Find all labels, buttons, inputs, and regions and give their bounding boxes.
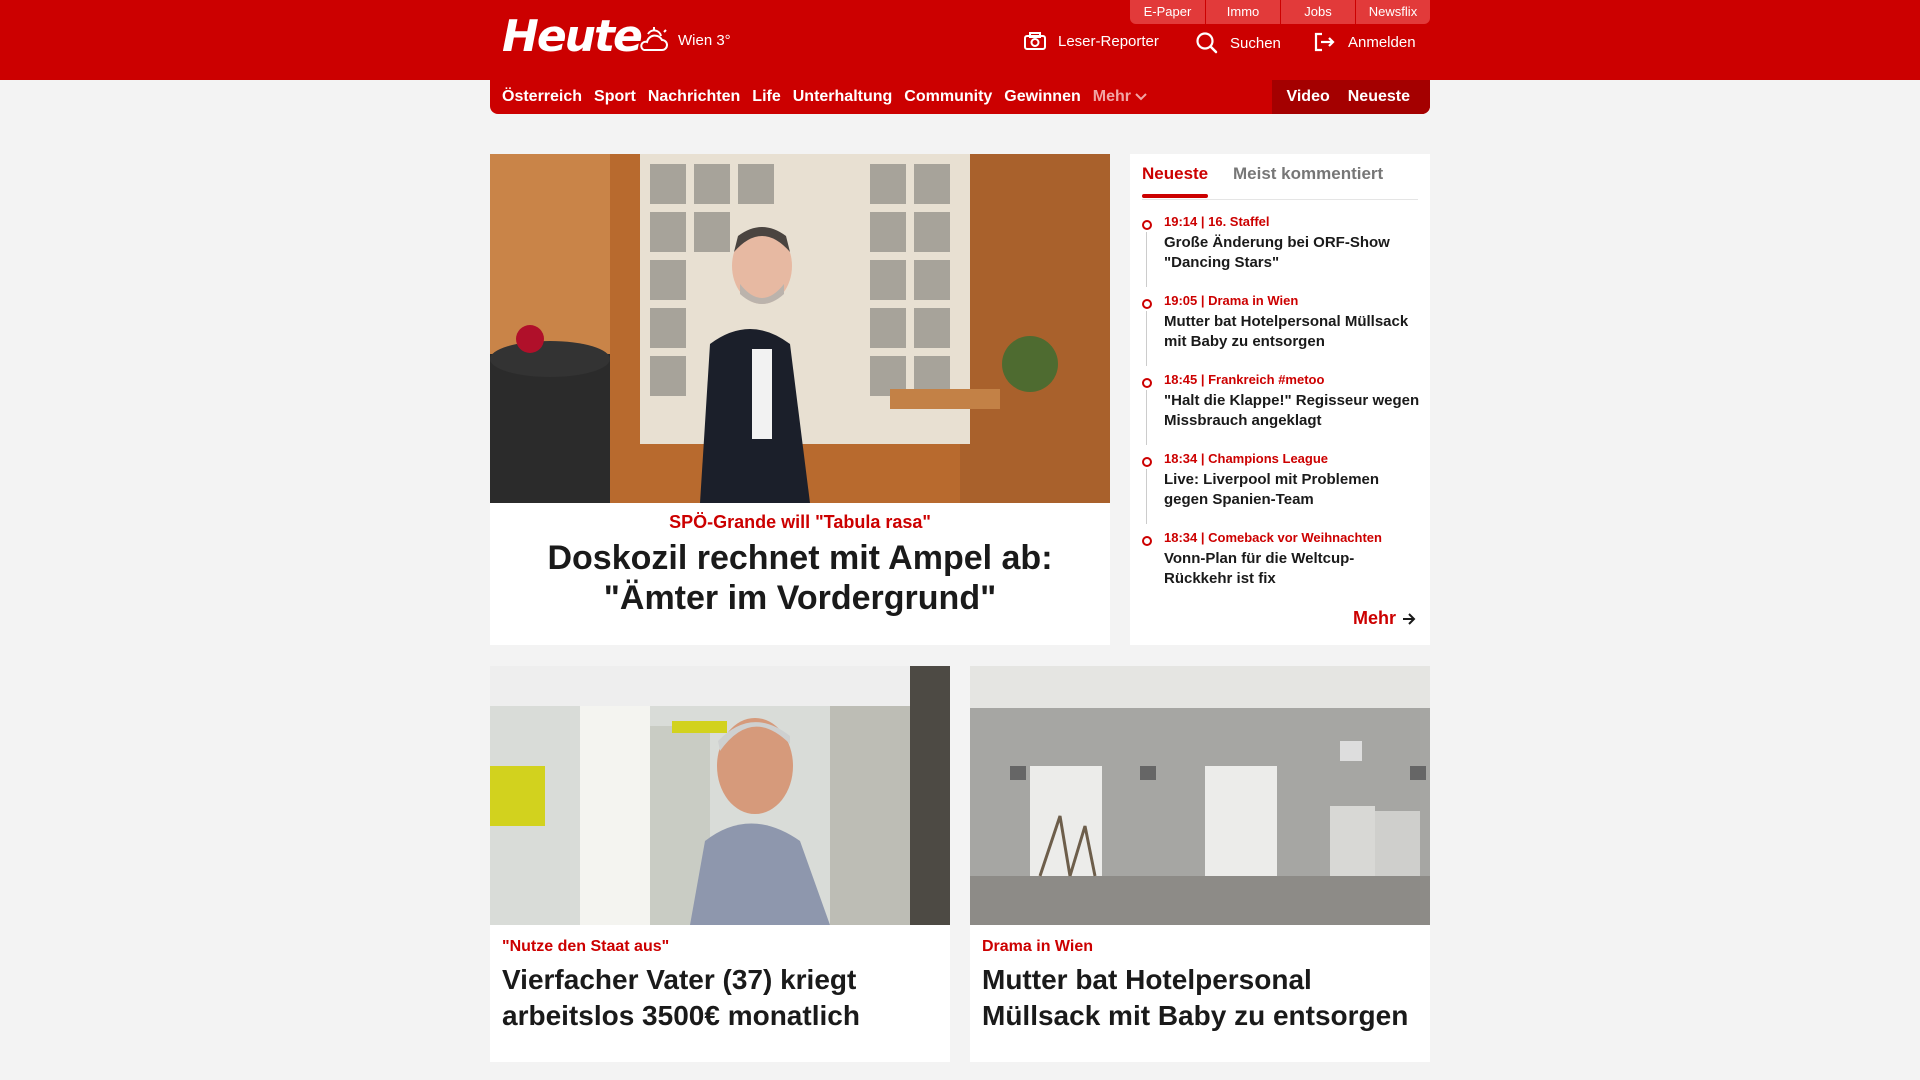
nav-item-video[interactable]: Video: [1286, 88, 1329, 106]
timeline-line: [1146, 311, 1147, 366]
timeline-dot: [1142, 220, 1152, 230]
timeline-dot: [1142, 457, 1152, 467]
login-label: Anmelden: [1348, 33, 1416, 51]
nav-item-sport[interactable]: Sport: [594, 88, 636, 106]
article-kicker: Drama in Wien: [982, 938, 1093, 955]
hero-image[interactable]: [490, 154, 1110, 503]
nav-item-oesterreich[interactable]: Österreich: [502, 88, 582, 106]
weather-widget[interactable]: Wien 3°: [638, 26, 731, 54]
login-button[interactable]: Anmelden: [1314, 32, 1416, 52]
timeline-line: [1146, 390, 1147, 445]
news-meta: 18:45 | Frankreich #metoo: [1164, 372, 1325, 387]
nav-item-life[interactable]: Life: [752, 88, 780, 106]
sidebar-more-label: Mehr: [1352, 608, 1396, 628]
list-item[interactable]: 18:45 | Frankreich #metoo "Halt die Klap…: [1142, 372, 1422, 451]
arrow-right-icon: [1403, 612, 1416, 625]
news-title[interactable]: Vonn-Plan für die Weltcup-Rückkehr ist f…: [1164, 549, 1422, 589]
news-title[interactable]: "Halt die Klappe!" Regisseur wegen Missb…: [1164, 391, 1422, 431]
timeline-dot: [1142, 378, 1152, 388]
login-icon: [1314, 32, 1335, 52]
top-link-epaper[interactable]: E-Paper: [1130, 0, 1205, 24]
nav-item-unterhaltung[interactable]: Unterhaltung: [793, 88, 893, 106]
nav-more-dropdown[interactable]: Mehr: [1093, 88, 1147, 106]
news-meta: 18:34 | Champions League: [1164, 451, 1329, 466]
news-title[interactable]: Mutter bat Hotelpersonal Müllsack mit Ba…: [1164, 312, 1422, 352]
search-icon: [1196, 32, 1218, 54]
top-link-newsflix[interactable]: Newsflix: [1355, 0, 1430, 24]
search-button[interactable]: Suchen: [1196, 32, 1281, 54]
hero-article[interactable]: SPÖ-Grande will "Tabula rasa" Doskozil r…: [490, 154, 1110, 645]
nav-item-nachrichten[interactable]: Nachrichten: [648, 88, 740, 106]
sidebar-tabs: Neueste Meist kommentiert: [1142, 154, 1418, 200]
site-logo[interactable]: Heute: [502, 12, 643, 62]
tab-neueste[interactable]: Neueste: [1142, 164, 1209, 198]
timeline-dot: [1142, 536, 1152, 546]
search-label: Suchen: [1230, 34, 1281, 52]
article-title[interactable]: Vierfacher Vater (37) kriegt arbeitslos …: [502, 962, 942, 1034]
news-meta: 19:05 | Drama in Wien: [1164, 293, 1299, 308]
nav-more-label: Mehr: [1092, 88, 1131, 105]
news-sidebar: Neueste Meist kommentiert 19:14 | 16. St…: [1130, 154, 1430, 645]
timeline-dot: [1142, 299, 1152, 309]
article-kicker: "Nutze den Staat aus": [502, 938, 670, 955]
list-item[interactable]: 19:14 | 16. Staffel Große Änderung bei O…: [1142, 214, 1422, 293]
article-image[interactable]: [970, 666, 1430, 925]
top-links: E-Paper Immo Jobs Newsflix: [1130, 0, 1430, 24]
nav-item-neueste[interactable]: Neueste: [1348, 88, 1410, 106]
timeline-line: [1146, 469, 1147, 524]
chevron-down-icon: [1135, 93, 1147, 101]
nav-item-community[interactable]: Community: [904, 88, 992, 106]
article-card[interactable]: Drama in Wien Mutter bat Hotelpersonal M…: [970, 666, 1430, 1062]
hero-title[interactable]: Doskozil rechnet mit Ampel ab: "Ämter im…: [502, 538, 1098, 618]
top-link-immo[interactable]: Immo: [1205, 0, 1280, 24]
timeline-line: [1146, 232, 1147, 287]
news-meta: 19:14 | 16. Staffel: [1164, 214, 1270, 229]
list-item[interactable]: 19:05 | Drama in Wien Mutter bat Hotelpe…: [1142, 293, 1422, 372]
tab-meist-kommentiert[interactable]: Meist kommentiert: [1233, 164, 1383, 184]
cloud-sun-icon: [640, 27, 668, 51]
nav-right-group: Video Neueste: [1272, 80, 1430, 114]
main-nav: Österreich Sport Nachrichten Life Unterh…: [490, 80, 1430, 114]
top-header: [0, 0, 1920, 80]
hero-kicker: SPÖ-Grande will "Tabula rasa": [669, 512, 931, 532]
article-image[interactable]: [490, 666, 950, 925]
leser-reporter-link[interactable]: Leser-Reporter: [1024, 32, 1159, 50]
article-title[interactable]: Mutter bat Hotelpersonal Müllsack mit Ba…: [982, 962, 1422, 1034]
news-meta: 18:34 | Comeback vor Weihnachten: [1164, 530, 1382, 545]
sidebar-more-link[interactable]: Mehr: [1353, 608, 1416, 629]
news-title[interactable]: Große Änderung bei ORF-Show "Dancing Sta…: [1164, 233, 1422, 273]
list-item[interactable]: 18:34 | Champions League Live: Liverpool…: [1142, 451, 1422, 530]
top-link-jobs[interactable]: Jobs: [1280, 0, 1355, 24]
article-card[interactable]: "Nutze den Staat aus" Vierfacher Vater (…: [490, 666, 950, 1062]
news-title[interactable]: Live: Liverpool mit Problemen gegen Span…: [1164, 470, 1422, 510]
news-list: 19:14 | 16. Staffel Große Änderung bei O…: [1142, 214, 1422, 609]
list-item[interactable]: 18:34 | Comeback vor Weihnachten Vonn-Pl…: [1142, 530, 1422, 609]
leser-reporter-label: Leser-Reporter: [1058, 32, 1159, 50]
camera-icon: [1024, 32, 1046, 50]
nav-item-gewinnen[interactable]: Gewinnen: [1004, 88, 1080, 106]
weather-text: Wien 3°: [678, 31, 731, 49]
